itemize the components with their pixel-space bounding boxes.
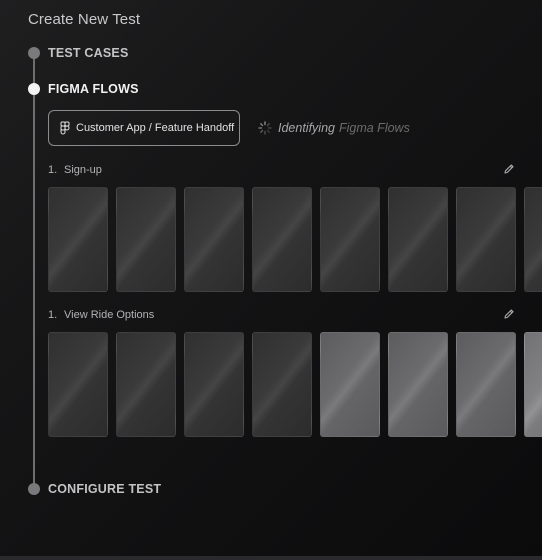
- frame-thumbnail[interactable]: [524, 332, 542, 437]
- step-dot-configure-test: [28, 483, 40, 495]
- frame-thumbnail[interactable]: [456, 187, 516, 292]
- frame-thumbnail[interactable]: [48, 187, 108, 292]
- frame-thumbnail[interactable]: [184, 187, 244, 292]
- flow-header-sign-up: 1. Sign-up: [48, 164, 102, 176]
- pencil-icon[interactable]: [503, 163, 515, 175]
- frame-thumbnail[interactable]: [116, 187, 176, 292]
- frame-thumbnail[interactable]: [388, 332, 448, 437]
- frame-thumbnail[interactable]: [252, 332, 312, 437]
- flow-name: Sign-up: [64, 164, 102, 176]
- timeline-line: [33, 54, 35, 490]
- step-dot-figma-flows: [28, 83, 40, 95]
- spinner-icon: [258, 121, 272, 135]
- flow-header-view-ride-options: 1. View Ride Options: [48, 309, 154, 321]
- figma-file-chip[interactable]: Customer App / Feature Handoff: [48, 110, 240, 146]
- frame-thumbnail[interactable]: [116, 332, 176, 437]
- figma-icon: [60, 121, 70, 135]
- step-label-figma-flows[interactable]: FIGMA FLOWS: [48, 82, 139, 96]
- pencil-icon[interactable]: [503, 308, 515, 320]
- step-label-configure-test[interactable]: CONFIGURE TEST: [48, 482, 161, 496]
- status-text-secondary: Figma Flows: [338, 121, 410, 135]
- flow-frames-view-ride-options: [48, 332, 542, 437]
- flow-number: 1.: [48, 309, 58, 321]
- frame-thumbnail[interactable]: [184, 332, 244, 437]
- bottom-divider: [0, 556, 542, 560]
- flow-name: View Ride Options: [64, 309, 155, 321]
- frame-thumbnail[interactable]: [456, 332, 516, 437]
- frame-thumbnail[interactable]: [48, 332, 108, 437]
- frame-thumbnail[interactable]: [320, 187, 380, 292]
- flow-frames-sign-up: [48, 187, 542, 292]
- figma-file-label: Customer App / Feature Handoff: [76, 122, 235, 134]
- flow-number: 1.: [48, 164, 58, 176]
- page-title: Create New Test: [28, 11, 141, 28]
- step-label-test-cases[interactable]: TEST CASES: [48, 46, 129, 60]
- frame-thumbnail[interactable]: [524, 187, 542, 292]
- status-text-primary: Identifying: [278, 121, 335, 135]
- identifying-status: Identifying Figma Flows: [258, 121, 410, 135]
- create-new-test-panel: Create New Test TEST CASES FIGMA FLOWS C…: [0, 0, 542, 560]
- frame-thumbnail[interactable]: [388, 187, 448, 292]
- frame-thumbnail[interactable]: [320, 332, 380, 437]
- frame-thumbnail[interactable]: [252, 187, 312, 292]
- step-dot-test-cases: [28, 47, 40, 59]
